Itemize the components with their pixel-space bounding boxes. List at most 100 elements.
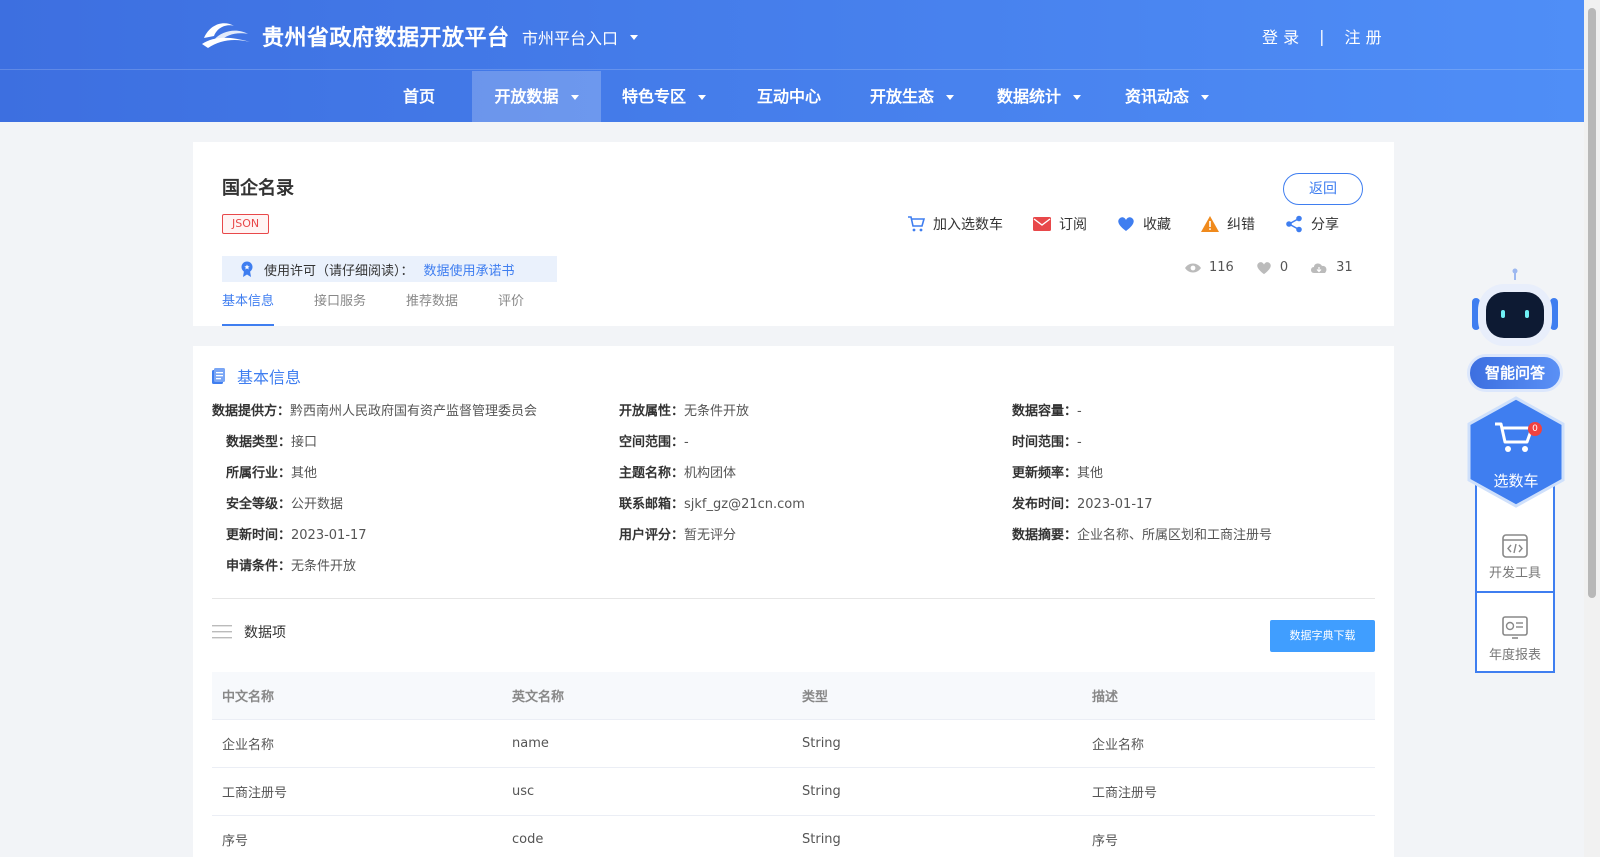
info-label: 联系邮箱：: [619, 497, 685, 512]
table-cell: usc: [512, 784, 535, 799]
cart-icon: [908, 216, 925, 232]
nav-item-label: 开放生态: [869, 87, 934, 106]
info-open-attr: 开放属性：无条件开放: [619, 400, 749, 419]
panel-divider: [1477, 591, 1553, 593]
nav-item-label: 数据统计: [996, 87, 1061, 106]
list-icon: [212, 625, 232, 639]
tab-api-service[interactable]: 接口服务: [314, 292, 366, 326]
chevron-down-icon: [570, 95, 579, 100]
tab-recommended[interactable]: 推荐数据: [406, 292, 458, 326]
dictionary-download-button[interactable]: 数据字典下载: [1270, 620, 1375, 652]
city-entry-label: 市州平台入口: [522, 29, 619, 48]
site-header: 贵州省政府数据开放平台 市州平台入口 登 录 | 注 册 首页 开放数据 特色专…: [0, 0, 1584, 122]
nav-item-interaction[interactable]: 互动中心: [754, 71, 824, 122]
info-time-range: 时间范围：-: [1012, 431, 1082, 450]
column-header: 描述: [1092, 690, 1119, 705]
nav-item-label: 资讯动态: [1124, 87, 1189, 106]
info-label: 更新频率：: [1012, 466, 1078, 481]
info-value: -: [684, 435, 689, 450]
info-label: 数据类型：: [226, 435, 292, 450]
register-link[interactable]: 注 册: [1344, 24, 1381, 48]
cart-label: 选数车: [1493, 472, 1539, 490]
city-platform-dropdown[interactable]: 市州平台入口: [522, 25, 639, 49]
info-value: 2023-01-17: [291, 528, 367, 543]
dataset-title: 国企名录: [222, 178, 294, 199]
title-divider: [502, 26, 503, 46]
tab-reviews[interactable]: 评价: [498, 292, 524, 326]
table-row: 序号 code String 序号: [212, 816, 1375, 857]
info-value: -: [1077, 404, 1082, 419]
info-value: -: [1077, 435, 1082, 450]
nav-item-news[interactable]: 资讯动态: [1121, 71, 1213, 122]
award-icon: [241, 261, 253, 277]
cart-count-badge: 0: [1528, 422, 1542, 436]
basic-info-heading: 基本信息: [212, 364, 301, 388]
robot-assistant-icon[interactable]: [1470, 268, 1560, 348]
nav-item-ecosystem[interactable]: 开放生态: [866, 71, 958, 122]
views-count: 116: [1209, 260, 1234, 275]
info-space: 空间范围：-: [619, 431, 689, 450]
table-cell: 企业名称: [222, 738, 275, 753]
info-value: 无条件开放: [291, 559, 357, 574]
info-update-time: 更新时间：2023-01-17: [226, 524, 367, 543]
chevron-down-icon: [1201, 95, 1209, 100]
info-value: 接口: [291, 435, 318, 450]
views-stat: 116: [1185, 260, 1234, 275]
license-label: 使用许可（请仔细阅读）：: [264, 263, 414, 279]
section-title: 基本信息: [237, 368, 302, 387]
login-link[interactable]: 登 录: [1262, 24, 1299, 48]
dataset-actions: 加入选数车 订阅 收藏 纠错 分享: [907, 214, 1339, 234]
table-cell: 工商注册号: [1092, 786, 1158, 801]
info-value: 黔西南州人民政府国有资产监督管理委员会: [290, 404, 538, 419]
info-value: sjkf_gz@21cn.com: [684, 497, 805, 512]
site-title[interactable]: 贵州省政府数据开放平台: [262, 20, 510, 52]
add-to-cart-button[interactable]: 加入选数车: [907, 214, 1003, 234]
info-frequency: 更新频率：其他: [1012, 462, 1103, 481]
nav-item-statistics[interactable]: 数据统计: [993, 71, 1085, 122]
page-scrollbar-thumb[interactable]: [1588, 8, 1596, 598]
platform-logo-icon[interactable]: [200, 16, 252, 52]
table-cell: 工商注册号: [222, 786, 288, 801]
info-value: 2023-01-17: [1077, 497, 1153, 512]
basic-info-card: 基本信息 数据提供方：黔西南州人民政府国有资产监督管理委员会 数据类型：接口 所…: [193, 346, 1394, 857]
info-provider: 数据提供方：黔西南州人民政府国有资产监督管理委员会: [212, 400, 537, 419]
subscribe-button[interactable]: 订阅: [1033, 214, 1087, 234]
dataset-tabs: 基本信息 接口服务 推荐数据 评价: [222, 292, 524, 326]
share-label: 分享: [1311, 217, 1339, 233]
nav-item-label: 互动中心: [756, 87, 821, 106]
downloads-count: 31: [1336, 260, 1353, 275]
info-label: 数据提供方：: [212, 404, 291, 419]
table-cell: 企业名称: [1092, 738, 1145, 753]
annual-report-button[interactable]: 年度报表: [1477, 616, 1553, 663]
ai-qa-button[interactable]: 智能问答: [1467, 354, 1563, 392]
info-label: 主题名称：: [619, 466, 685, 481]
annual-report-label: 年度报表: [1488, 648, 1541, 663]
back-button[interactable]: 返回: [1283, 173, 1363, 205]
data-cart-button[interactable]: 0 选数车: [1467, 396, 1565, 508]
column-header: 英文名称: [512, 690, 565, 705]
info-rating: 用户评分：暂无评分: [619, 524, 736, 543]
chevron-down-icon: [630, 34, 639, 40]
license-agreement-link[interactable]: 数据使用承诺书: [424, 260, 515, 279]
info-email: 联系邮箱：sjkf_gz@21cn.com: [619, 493, 805, 512]
nav-item-home[interactable]: 首页: [396, 71, 442, 122]
info-capacity: 数据容量：-: [1012, 400, 1082, 419]
cloud-download-icon: [1311, 262, 1327, 273]
document-icon: [212, 368, 225, 384]
favorite-button[interactable]: 收藏: [1117, 214, 1171, 234]
data-items-table: 中文名称 英文名称 类型 描述 企业名称 name String 企业名称 工商…: [212, 672, 1375, 857]
info-label: 安全等级：: [226, 497, 292, 512]
table-cell: 序号: [1092, 834, 1119, 849]
info-type: 数据类型：接口: [226, 431, 317, 450]
nav-item-featured[interactable]: 特色专区: [619, 71, 709, 122]
data-items-title: 数据项: [244, 625, 286, 641]
info-condition: 申请条件：无条件开放: [226, 555, 356, 574]
nav-item-open-data[interactable]: 开放数据: [472, 71, 601, 122]
share-button[interactable]: 分享: [1285, 214, 1339, 234]
dev-tools-button[interactable]: 开发工具: [1477, 534, 1553, 581]
report-error-button[interactable]: 纠错: [1201, 214, 1255, 234]
info-label: 时间范围：: [1012, 435, 1078, 450]
info-value: 其他: [1077, 466, 1104, 481]
tab-basic-info[interactable]: 基本信息: [222, 292, 275, 326]
top-bar: 贵州省政府数据开放平台 市州平台入口 登 录 | 注 册: [0, 0, 1584, 70]
